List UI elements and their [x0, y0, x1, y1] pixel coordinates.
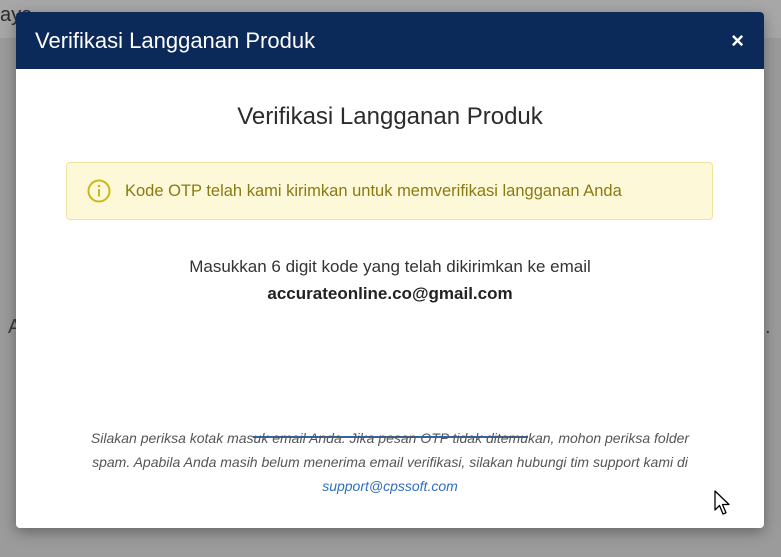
recipient-email: accurateonline.co@gmail.com	[267, 284, 513, 303]
support-email-link[interactable]: support@cpssoft.com	[322, 478, 458, 494]
help-note: Silakan periksa kotak masuk email Anda. …	[66, 426, 714, 498]
info-circle-icon	[87, 179, 111, 203]
instruction-text: Masukkan 6 digit kode yang telah dikirim…	[189, 257, 591, 276]
modal-title: Verifikasi Langganan Produk	[35, 27, 316, 53]
body-title: Verifikasi Langganan Produk	[237, 103, 543, 130]
help-note-line2: spam. Apabila Anda masih belum menerima …	[92, 454, 688, 470]
mouse-cursor-icon	[714, 490, 730, 515]
alert-message: Kode OTP telah kami kirimkan untuk memve…	[125, 181, 622, 200]
otp-sent-alert: Kode OTP telah kami kirimkan untuk memve…	[66, 162, 713, 220]
modal-header: Verifikasi Langganan Produk ×	[16, 12, 764, 69]
background-text-fragment: .	[765, 316, 771, 338]
help-note-line1: Silakan periksa kotak masuk email Anda. …	[90, 430, 690, 446]
modal-body: Verifikasi Langganan Produk Kode OTP tel…	[16, 69, 764, 528]
close-button[interactable]: ×	[729, 28, 746, 54]
verification-modal: Verifikasi Langganan Produk × Verifikasi…	[16, 12, 764, 528]
